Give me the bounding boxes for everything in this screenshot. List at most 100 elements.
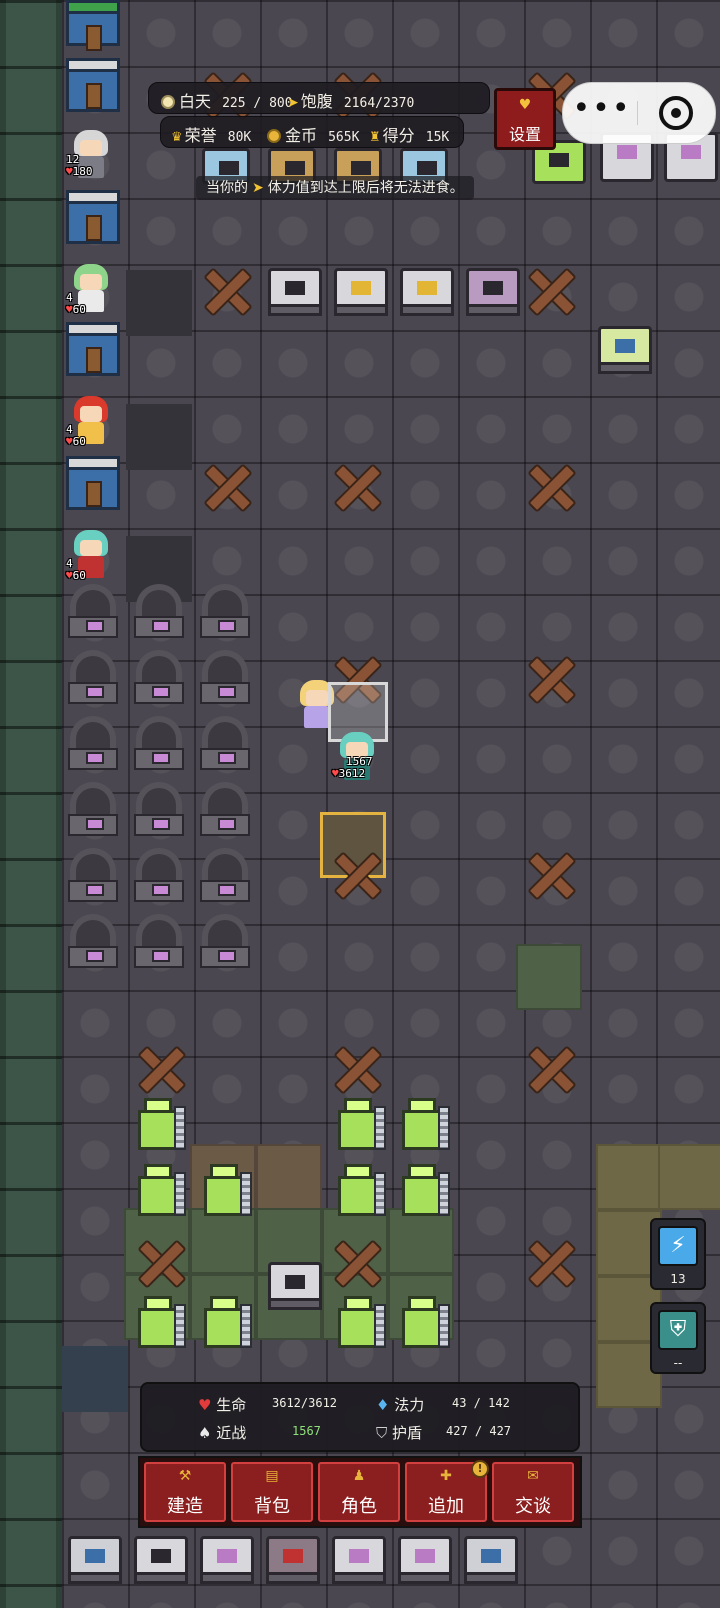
- dirt-tile[interactable]: [256, 1144, 322, 1210]
- energy-generator[interactable]: [134, 1296, 186, 1352]
- house-building[interactable]: [66, 322, 120, 376]
- party-member-elder[interactable]: 12 ♥180: [66, 128, 116, 182]
- turret-building[interactable]: [130, 714, 188, 772]
- turret-building[interactable]: [196, 648, 254, 706]
- house-building[interactable]: [66, 190, 120, 244]
- party-member-green-twin[interactable]: 4 ♥60: [66, 262, 116, 316]
- turret-building[interactable]: [130, 912, 188, 970]
- energy-generator[interactable]: [134, 1164, 186, 1220]
- wooden-barricade[interactable]: [198, 262, 254, 318]
- turret-building[interactable]: [130, 780, 188, 838]
- party-member-teal[interactable]: 4 ♥60: [66, 528, 116, 582]
- more-menu-icon[interactable]: •••: [571, 83, 633, 143]
- wooden-barricade[interactable]: [522, 1234, 578, 1290]
- energy-generator[interactable]: [334, 1098, 386, 1154]
- machine-building[interactable]: [268, 1262, 322, 1310]
- honor-indicator: ♛ 荣誉 80K: [171, 126, 252, 145]
- map-tile[interactable]: [126, 404, 192, 470]
- energy-generator[interactable]: [200, 1296, 252, 1352]
- turret-building[interactable]: [64, 846, 122, 904]
- turret-building[interactable]: [64, 912, 122, 970]
- wooden-barricade[interactable]: [198, 458, 254, 514]
- hero-character[interactable]: 1567 ♥3612: [332, 730, 382, 784]
- machine-building[interactable]: [200, 1536, 254, 1584]
- wooden-barricade[interactable]: [328, 1234, 384, 1290]
- bag-button[interactable]: ▤ 背包: [231, 1462, 313, 1522]
- machine-building[interactable]: [464, 1536, 518, 1584]
- machine-building[interactable]: [466, 268, 520, 316]
- turret-building[interactable]: [196, 846, 254, 904]
- skill-count: 13: [670, 1272, 686, 1286]
- turret-building[interactable]: [64, 582, 122, 640]
- energy-generator[interactable]: [134, 1098, 186, 1154]
- machine-building[interactable]: [268, 268, 322, 316]
- energy-generator[interactable]: [398, 1296, 450, 1352]
- hp-value: ♥60: [66, 569, 86, 582]
- house-building[interactable]: [66, 456, 120, 510]
- turret-building[interactable]: [196, 582, 254, 640]
- hero-hp-value: ♥3612: [332, 767, 366, 780]
- wooden-barricade[interactable]: [522, 1040, 578, 1096]
- wooden-barricade[interactable]: [132, 1040, 188, 1096]
- energy-generator[interactable]: [334, 1296, 386, 1352]
- map-tile[interactable]: [126, 270, 192, 336]
- wooden-barricade[interactable]: [522, 846, 578, 902]
- turret-building[interactable]: [130, 582, 188, 640]
- attack-value: 12: [66, 153, 80, 166]
- machine-building[interactable]: [332, 1536, 386, 1584]
- role-button[interactable]: ♟ 角色: [318, 1462, 400, 1522]
- game-stage: 12 ♥180 4 ♥60 4 ♥60 4 ♥60 1567 ♥3612 白天 …: [0, 0, 720, 1608]
- turret-building[interactable]: [196, 780, 254, 838]
- shield-icon: ⛨: [658, 1310, 698, 1350]
- notification-badge: !: [471, 1460, 489, 1478]
- house-building[interactable]: [66, 0, 120, 51]
- machine-building[interactable]: [334, 268, 388, 316]
- turret-building[interactable]: [196, 714, 254, 772]
- shield-icon: ⛉: [376, 1424, 388, 1442]
- potion-icon: ♦: [376, 1396, 390, 1414]
- machine-building[interactable]: [266, 1536, 320, 1584]
- wooden-barricade[interactable]: [328, 846, 384, 902]
- wooden-barricade[interactable]: [522, 458, 578, 514]
- machine-building[interactable]: [68, 1536, 122, 1584]
- moss-tile[interactable]: [516, 944, 582, 1010]
- house-building[interactable]: [66, 58, 120, 112]
- energy-generator[interactable]: [334, 1164, 386, 1220]
- party-member-red-hood[interactable]: 4 ♥60: [66, 394, 116, 448]
- turret-building[interactable]: [196, 912, 254, 970]
- energy-generator[interactable]: [200, 1164, 252, 1220]
- wooden-barricade[interactable]: [132, 1234, 188, 1290]
- turret-building[interactable]: [64, 648, 122, 706]
- sand-tile[interactable]: [596, 1144, 662, 1210]
- hp-stat: ♥ 生命 3612/3612: [198, 1396, 338, 1414]
- talk-button[interactable]: ✉ 交谈: [492, 1462, 574, 1522]
- shield-skill-button[interactable]: ⛨ --: [650, 1302, 706, 1374]
- settings-button[interactable]: ♥ 设置: [494, 88, 556, 150]
- wooden-barricade[interactable]: [328, 458, 384, 514]
- turret-building[interactable]: [130, 648, 188, 706]
- turret-building[interactable]: [64, 714, 122, 772]
- wooden-barricade[interactable]: [522, 262, 578, 318]
- energy-generator[interactable]: [398, 1098, 450, 1154]
- sun-icon: [161, 95, 175, 109]
- score-indicator: ♜ 得分 15K: [369, 126, 450, 145]
- close-target-icon[interactable]: [659, 96, 693, 130]
- add-button[interactable]: ✚ 追加 !: [405, 1460, 489, 1522]
- hero-attack-value: 1567: [346, 755, 373, 768]
- sand-tile[interactable]: [658, 1144, 720, 1210]
- lightning-skill-button[interactable]: ⚡ 13: [650, 1218, 706, 1290]
- turret-building[interactable]: [64, 780, 122, 838]
- turret-building[interactable]: [130, 846, 188, 904]
- machine-building[interactable]: [598, 326, 652, 374]
- machine-building[interactable]: [400, 268, 454, 316]
- wooden-barricade[interactable]: [522, 650, 578, 706]
- wooden-barricade[interactable]: [328, 1040, 384, 1096]
- gold-indicator: 金币 565K: [267, 122, 359, 146]
- machine-building[interactable]: [134, 1536, 188, 1584]
- machine-building[interactable]: [398, 1536, 452, 1584]
- satiety-indicator: ➤ 饱腹 2164/2370: [287, 92, 415, 111]
- energy-generator[interactable]: [398, 1164, 450, 1220]
- build-button[interactable]: ⚒ 建造: [144, 1462, 226, 1522]
- player-stats-panel: ♥ 生命 3612/3612 ♠ 近战 1567 ♦ 法力 43 / 142 ⛉…: [140, 1382, 580, 1452]
- water-tile[interactable]: [62, 1346, 128, 1412]
